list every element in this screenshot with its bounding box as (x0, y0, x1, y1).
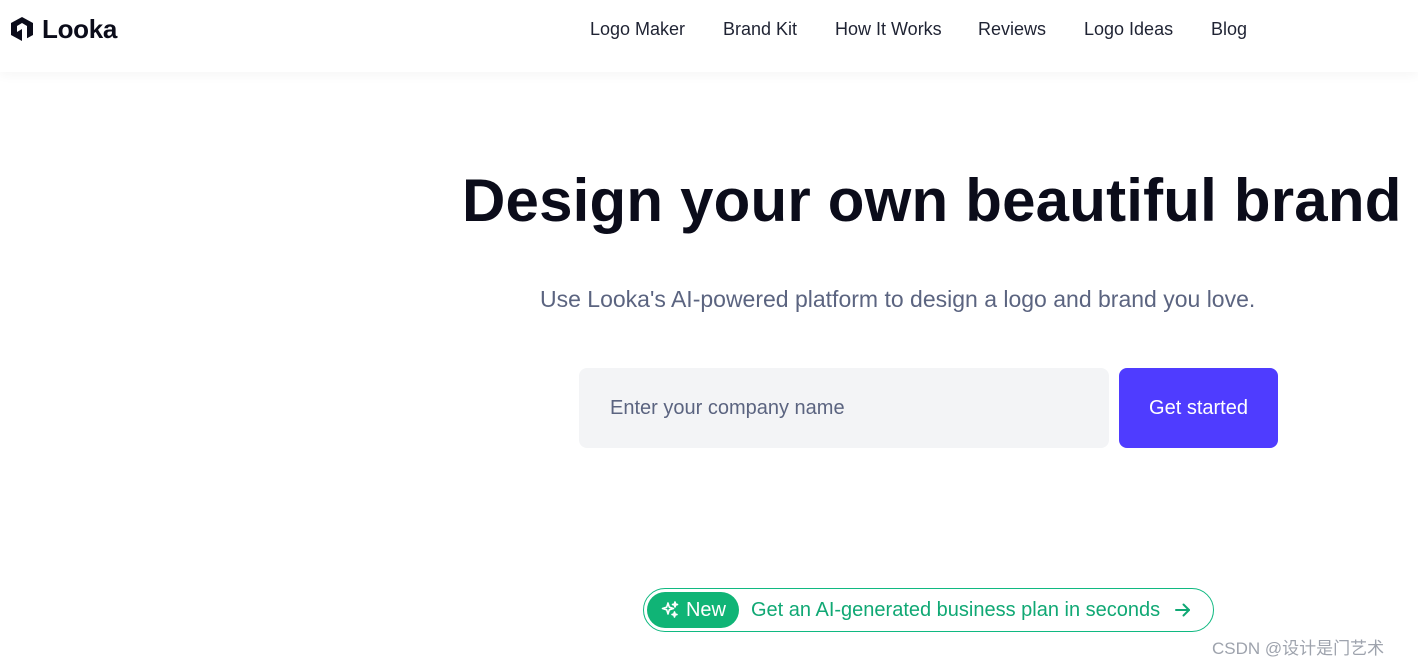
arrow-right-icon (1175, 603, 1190, 617)
nav-how-it-works[interactable]: How It Works (835, 18, 942, 40)
hero-title: Design your own beautiful brand (462, 167, 1402, 234)
sparkles-icon (661, 601, 679, 618)
business-plan-promo-link[interactable]: New Get an AI-generated business plan in… (643, 588, 1214, 632)
new-badge-label: New (685, 598, 726, 621)
nav-logo-ideas[interactable]: Logo Ideas (1084, 18, 1173, 40)
get-started-button[interactable]: Get started (1119, 368, 1278, 448)
nav-logo-maker[interactable]: Logo Maker (590, 18, 685, 40)
site-header: Looka Logo Maker Brand Kit How It Works … (0, 0, 1418, 72)
page: Looka Logo Maker Brand Kit How It Works … (0, 0, 1418, 665)
nav-reviews[interactable]: Reviews (978, 18, 1046, 40)
watermark-text: CSDN @设计是门艺术 (1212, 639, 1385, 658)
new-badge: New (647, 592, 739, 628)
nav-brand-kit[interactable]: Brand Kit (723, 18, 797, 40)
nav-blog[interactable]: Blog (1211, 18, 1247, 40)
hero-subtitle: Use Looka's AI-powered platform to desig… (540, 286, 1256, 312)
main-nav: Logo Maker Brand Kit How It Works Review… (0, 18, 1418, 40)
company-name-input[interactable] (579, 368, 1109, 448)
promo-text: Get an AI-generated business plan in sec… (751, 598, 1161, 621)
